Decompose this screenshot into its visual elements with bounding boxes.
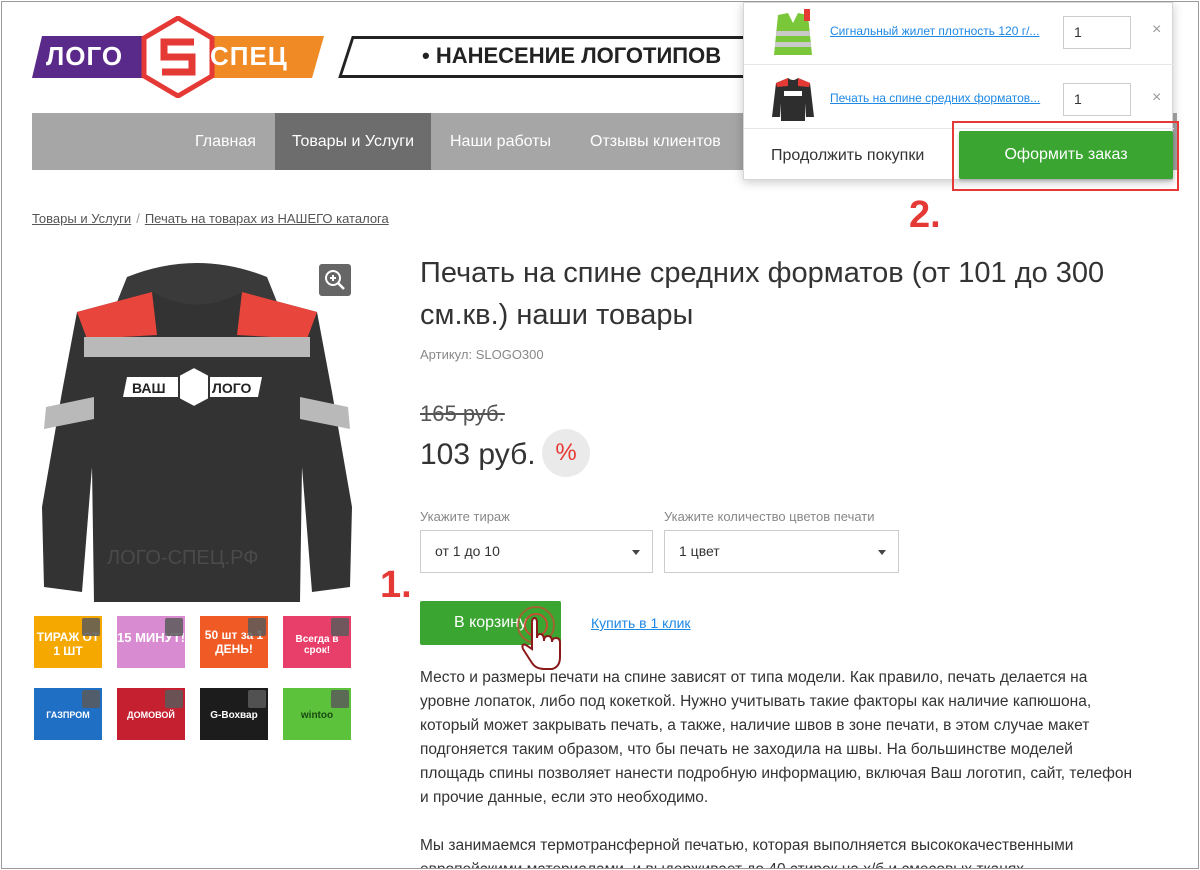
logo-text-right: СПЕЦ xyxy=(210,41,288,71)
product-thumbnail[interactable]: 50 шт за 1 ДЕНЬ! xyxy=(200,616,268,668)
checkout-button[interactable]: Оформить заказ xyxy=(959,131,1173,179)
product-description: Место и размеры печати на спине зависят … xyxy=(420,666,1140,868)
zoom-icon[interactable] xyxy=(248,690,266,708)
product-thumbnail[interactable]: ДОМОВОЙ xyxy=(117,688,185,740)
run-select-label: Укажите тираж xyxy=(420,509,510,524)
product-image[interactable]: ВАШ ЛОГО ЛОГО-СПЕЦ.РФ xyxy=(32,257,362,605)
breadcrumb: Товары и Услуги / Печать на товарах из НАШ… xyxy=(32,211,389,226)
chevron-down-icon xyxy=(878,550,886,555)
header-banner-text: • НАНЕСЕНИЕ ЛОГОТИПОВ xyxy=(422,43,722,68)
zoom-icon[interactable] xyxy=(165,690,183,708)
thumbnail-caption: G-Вохвар xyxy=(210,710,258,721)
discount-badge: % xyxy=(542,429,590,477)
buy-one-click-link[interactable]: Купить в 1 клик xyxy=(591,615,691,631)
step-2-annotation: 2. xyxy=(909,194,941,236)
nav-item-works[interactable]: Наши работы xyxy=(433,113,568,170)
product-thumbnail[interactable]: wintoo xyxy=(283,688,351,740)
thumbnail-caption: ГАЗПРОМ xyxy=(46,710,90,720)
colors-select-value: 1 цвет xyxy=(679,543,720,559)
breadcrumb-separator: / xyxy=(136,211,140,226)
svg-text:ВАШ: ВАШ xyxy=(132,380,166,396)
cart-item-quantity-input[interactable]: 1 xyxy=(1063,83,1131,116)
page-title: Печать на спине средних форматов (от 101… xyxy=(420,257,1105,331)
step-1-annotation: 1. xyxy=(380,564,412,606)
close-icon[interactable]: × xyxy=(1152,89,1161,107)
page: ЛОГО СПЕЦ • НАНЕСЕНИЕ ЛОГОТИПОВ Главная … xyxy=(1,1,1199,869)
zoom-icon[interactable] xyxy=(331,690,349,708)
zoom-icon[interactable] xyxy=(165,618,183,636)
product-thumbnail[interactable]: ТИРАЖ ОТ 1 ШТ xyxy=(34,616,102,668)
nav-item-reviews[interactable]: Отзывы клиентов xyxy=(573,113,738,170)
cart-item-name[interactable]: Печать на спине средних форматов... xyxy=(830,91,1040,105)
cart-item-name[interactable]: Сигнальный жилет плотность 120 г/... xyxy=(830,24,1039,38)
vest-thumbnail[interactable] xyxy=(768,9,818,59)
logo-text-left: ЛОГО xyxy=(46,41,124,71)
svg-text:ЛОГО-СПЕЦ.РФ: ЛОГО-СПЕЦ.РФ xyxy=(107,547,258,569)
description-paragraph: Мы занимаемся термотрансферной печатью, … xyxy=(420,837,1074,868)
product-thumbnail[interactable]: 15 МИНУТ! xyxy=(117,616,185,668)
cart-item-quantity-input[interactable]: 1 xyxy=(1063,16,1131,49)
old-price: 165 руб. xyxy=(420,401,505,426)
jacket-thumbnail[interactable] xyxy=(768,73,818,123)
colors-select-label: Укажите количество цветов печати xyxy=(664,509,875,524)
thumbnail-caption: wintoo xyxy=(300,710,334,721)
site-logo[interactable]: ЛОГО СПЕЦ xyxy=(32,15,324,99)
product-sku: Артикул: SLOGO300 xyxy=(420,347,544,362)
svg-text:ЛОГО: ЛОГО xyxy=(212,380,251,396)
breadcrumb-item[interactable]: Печать на товарах из НАШЕГО каталога xyxy=(145,211,389,226)
zoom-icon[interactable] xyxy=(82,618,100,636)
current-price: 103 руб. xyxy=(420,438,536,471)
chevron-down-icon xyxy=(632,550,640,555)
run-select[interactable]: от 1 до 10 xyxy=(420,530,653,573)
description-paragraph: Место и размеры печати на спине зависят … xyxy=(420,669,1133,806)
cart-item: Сигнальный жилет плотность 120 г/... 1 × xyxy=(744,3,1174,65)
run-select-value: от 1 до 10 xyxy=(435,543,500,559)
cart-item: Печать на спине средних форматов... 1 × xyxy=(744,65,1174,129)
nav-item-home[interactable]: Главная xyxy=(178,113,273,170)
product-thumbnail[interactable]: G-Вохвар xyxy=(200,688,268,740)
nav-item-products[interactable]: Товары и Услуги xyxy=(275,113,432,170)
product-thumbnail[interactable]: ГАЗПРОМ xyxy=(34,688,102,740)
colors-select[interactable]: 1 цвет xyxy=(664,530,899,573)
thumbnail-caption: ДОМОВОЙ xyxy=(127,710,175,720)
jacket-illustration: ВАШ ЛОГО ЛОГО-СПЕЦ.РФ xyxy=(42,263,352,602)
zoom-icon[interactable] xyxy=(331,618,349,636)
breadcrumb-item[interactable]: Товары и Услуги xyxy=(32,211,131,226)
pointer-hand-icon xyxy=(510,605,570,673)
continue-shopping-button[interactable]: Продолжить покупки xyxy=(771,147,924,165)
zoom-icon[interactable] xyxy=(319,264,351,296)
zoom-icon[interactable] xyxy=(82,690,100,708)
close-icon[interactable]: × xyxy=(1152,21,1161,39)
thumbnail-caption: Всегда в срок! xyxy=(295,634,339,656)
zoom-icon[interactable] xyxy=(248,618,266,636)
product-thumbnail[interactable]: Всегда в срок! xyxy=(283,616,351,668)
